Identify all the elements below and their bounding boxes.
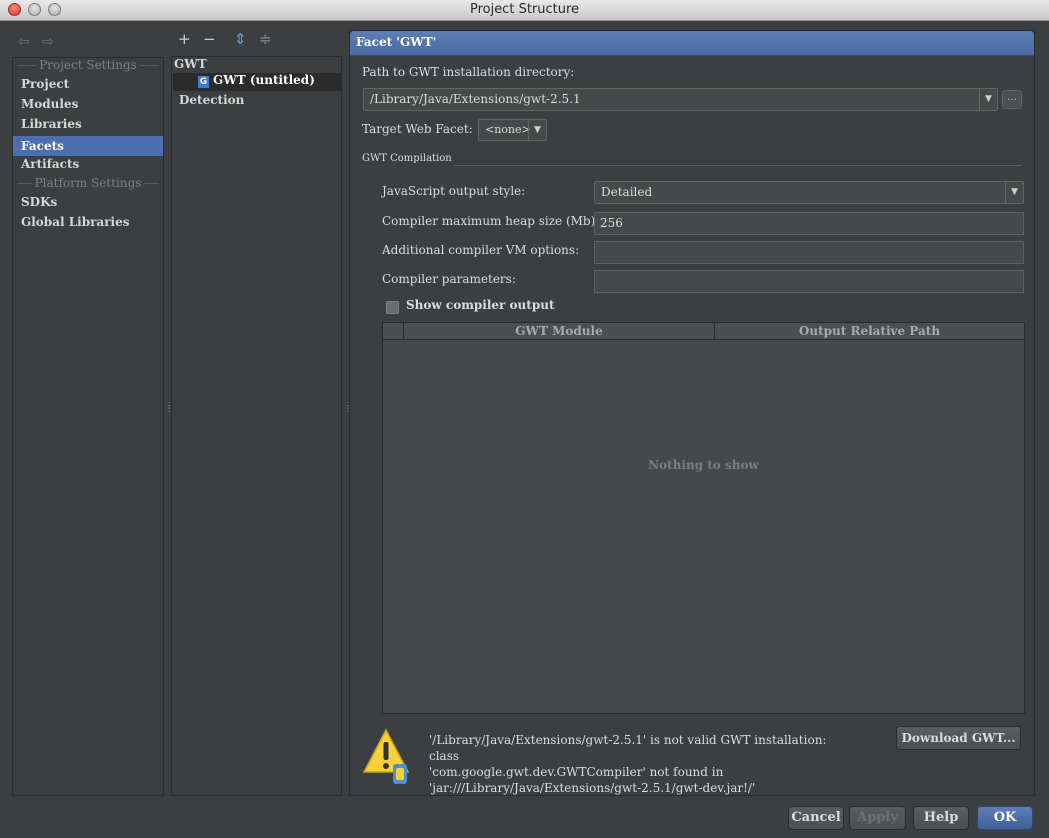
- column-header-gwt-module[interactable]: GWT Module: [403, 323, 714, 339]
- js-output-style-value: Detailed: [601, 185, 653, 199]
- collapse-all-icon[interactable]: ≑: [259, 30, 272, 48]
- sidebar-item-facets[interactable]: Facets: [13, 136, 163, 156]
- heap-size-input[interactable]: 256: [594, 212, 1024, 235]
- vm-options-input[interactable]: [594, 241, 1024, 264]
- gwt-path-value: /Library/Java/Extensions/gwt-2.5.1: [370, 92, 581, 106]
- vm-options-label: Additional compiler VM options:: [382, 243, 580, 257]
- facet-header: Facet 'GWT': [350, 31, 1034, 56]
- back-arrow-icon[interactable]: ⇦: [18, 34, 30, 50]
- column-header-output-path[interactable]: Output Relative Path: [714, 323, 1024, 339]
- apply-button[interactable]: Apply: [849, 806, 906, 830]
- project-settings-header: Project Settings: [13, 58, 163, 72]
- warning-icon: [363, 728, 409, 784]
- sidebar-item-project[interactable]: Project: [13, 74, 163, 94]
- sidebar-item-libraries[interactable]: Libraries: [13, 114, 163, 134]
- target-web-facet-value: <none>: [485, 123, 531, 136]
- window-title: Project Structure: [469, 2, 580, 17]
- remove-icon[interactable]: −: [203, 30, 216, 48]
- gwt-path-combo[interactable]: /Library/Java/Extensions/gwt-2.5.1 ▼: [363, 88, 998, 111]
- chevron-down-icon[interactable]: ▼: [1005, 182, 1023, 203]
- sidebar-splitter-handle[interactable]: ⋮ ⋮: [165, 402, 173, 418]
- tree-item-gwt-untitled[interactable]: GWT (untitled): [213, 73, 315, 87]
- facet-settings-panel: Facet 'GWT' Path to GWT installation dir…: [349, 30, 1035, 796]
- cancel-button[interactable]: Cancel: [788, 806, 844, 830]
- chevron-down-icon[interactable]: ▼: [528, 120, 546, 140]
- settings-sidebar: Project Settings Project Modules Librari…: [12, 57, 164, 796]
- facet-tree: GWT G GWT (untitled) Detection: [171, 56, 342, 796]
- sidebar-item-sdks[interactable]: SDKs: [13, 192, 163, 212]
- sidebar-item-modules[interactable]: Modules: [13, 94, 163, 114]
- expand-all-icon[interactable]: ⇕: [234, 30, 247, 48]
- group-divider: [454, 165, 1022, 166]
- sidebar-item-global-libraries[interactable]: Global Libraries: [13, 212, 163, 232]
- table-header: GWT Module Output Relative Path: [383, 323, 1024, 340]
- ok-button[interactable]: OK: [977, 806, 1033, 830]
- download-gwt-button[interactable]: Download GWT...: [896, 726, 1021, 750]
- compiler-parameters-input[interactable]: [594, 270, 1024, 293]
- gwt-icon: G: [198, 76, 209, 88]
- target-web-facet-label: Target Web Facet:: [362, 122, 473, 136]
- gwt-modules-table[interactable]: GWT Module Output Relative Path Nothing …: [382, 322, 1025, 714]
- js-output-style-combo[interactable]: Detailed ▼: [594, 181, 1024, 204]
- target-web-facet-combo[interactable]: <none> ▼: [478, 119, 547, 141]
- browse-button[interactable]: ...: [1002, 90, 1022, 109]
- help-button[interactable]: Help: [913, 806, 969, 830]
- platform-settings-header: Platform Settings: [13, 176, 163, 190]
- forward-arrow-icon[interactable]: ⇨: [42, 34, 54, 50]
- tree-item-detection[interactable]: Detection: [179, 93, 244, 107]
- table-header-spacer: [383, 323, 403, 339]
- sidebar-item-artifacts[interactable]: Artifacts: [13, 154, 163, 174]
- warning-message: '/Library/Java/Extensions/gwt-2.5.1' is …: [429, 733, 827, 795]
- compiler-parameters-label: Compiler parameters:: [382, 272, 516, 286]
- js-output-style-label: JavaScript output style:: [382, 184, 526, 198]
- gwt-compilation-group-title: GWT Compilation: [362, 153, 452, 164]
- path-label: Path to GWT installation directory:: [362, 65, 575, 79]
- chevron-down-icon[interactable]: ▼: [979, 89, 997, 110]
- show-compiler-output-label[interactable]: Show compiler output: [406, 298, 554, 312]
- table-empty-message: Nothing to show: [648, 458, 759, 472]
- show-compiler-output-checkbox[interactable]: [386, 301, 399, 314]
- tree-group-gwt[interactable]: GWT: [174, 57, 207, 71]
- tree-splitter-handle[interactable]: ⋮ ⋮: [344, 402, 352, 418]
- title-bar: Project Structure: [0, 0, 1049, 21]
- add-icon[interactable]: +: [178, 30, 191, 48]
- heap-size-label: Compiler maximum heap size (Mb):: [382, 214, 600, 228]
